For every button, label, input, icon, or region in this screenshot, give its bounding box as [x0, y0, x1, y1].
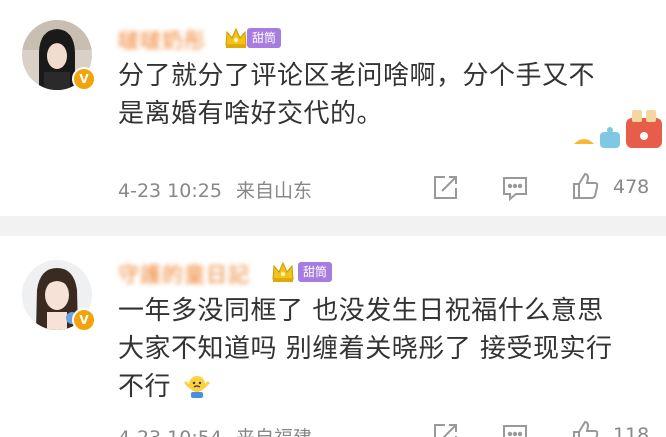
like-icon[interactable] — [570, 171, 600, 201]
comment-line: 一年多没同框了 也没发生日祝福什么意思 — [118, 296, 604, 326]
verified-icon: V — [72, 67, 96, 91]
comment-line: 是离婚有啥好交代的。 — [118, 99, 384, 129]
like-icon[interactable] — [570, 419, 600, 437]
shrug-emoji-icon — [184, 372, 210, 398]
comment-meta: 4-23 10:54 来自福建 — [118, 423, 312, 437]
comment-line: 大家不知道吗 别缠着关晓彤了 接受现实行 — [118, 334, 613, 364]
comment-item: V 啵啵奶彤 甜筒 分了就分了评论区老问啥啊，分个手又不 是离婚有啥好交代的。 … — [0, 0, 666, 216]
comment-content: 分了就分了评论区老问啥啊，分个手又不 是离婚有啥好交代的。 — [118, 57, 595, 133]
breakfast-sticker — [574, 104, 666, 156]
crown-icon — [224, 27, 248, 49]
divider — [0, 216, 666, 236]
comment-item: V 守護的童日記 甜筒 一年多没同框了 也没发生日祝福什么意思 大家不知道吗 别… — [0, 236, 666, 437]
share-icon[interactable] — [430, 173, 460, 203]
comment-icon[interactable] — [500, 173, 530, 203]
fan-badge[interactable]: 甜筒 — [247, 28, 282, 48]
like-count: 118 — [613, 424, 650, 437]
comment-location: 来自山东 — [235, 180, 312, 202]
username[interactable]: 守護的童日記 — [118, 259, 250, 289]
fan-badge[interactable]: 甜筒 — [298, 262, 333, 282]
crown-icon — [271, 261, 295, 283]
share-icon[interactable] — [430, 421, 460, 437]
comment-line: 分了就分了评论区老问啥啊，分个手又不 — [118, 61, 596, 91]
comment-date: 4-23 10:25 — [118, 180, 222, 202]
comment-line-last: 不行 — [118, 368, 658, 406]
comment-icon[interactable] — [500, 421, 530, 437]
comment-meta: 4-23 10:25 来自山东 — [118, 176, 312, 203]
comment-content: 一年多没同框了 也没发生日祝福什么意思 大家不知道吗 别缠着关晓彤了 接受现实行… — [118, 292, 658, 406]
verified-icon: V — [72, 308, 96, 332]
comment-location: 来自福建 — [236, 427, 312, 437]
comment-line: 不行 — [118, 372, 172, 402]
comment-date: 4-23 10:54 — [118, 427, 222, 437]
like-count: 478 — [613, 176, 650, 198]
username[interactable]: 啵啵奶彤 — [118, 25, 206, 55]
